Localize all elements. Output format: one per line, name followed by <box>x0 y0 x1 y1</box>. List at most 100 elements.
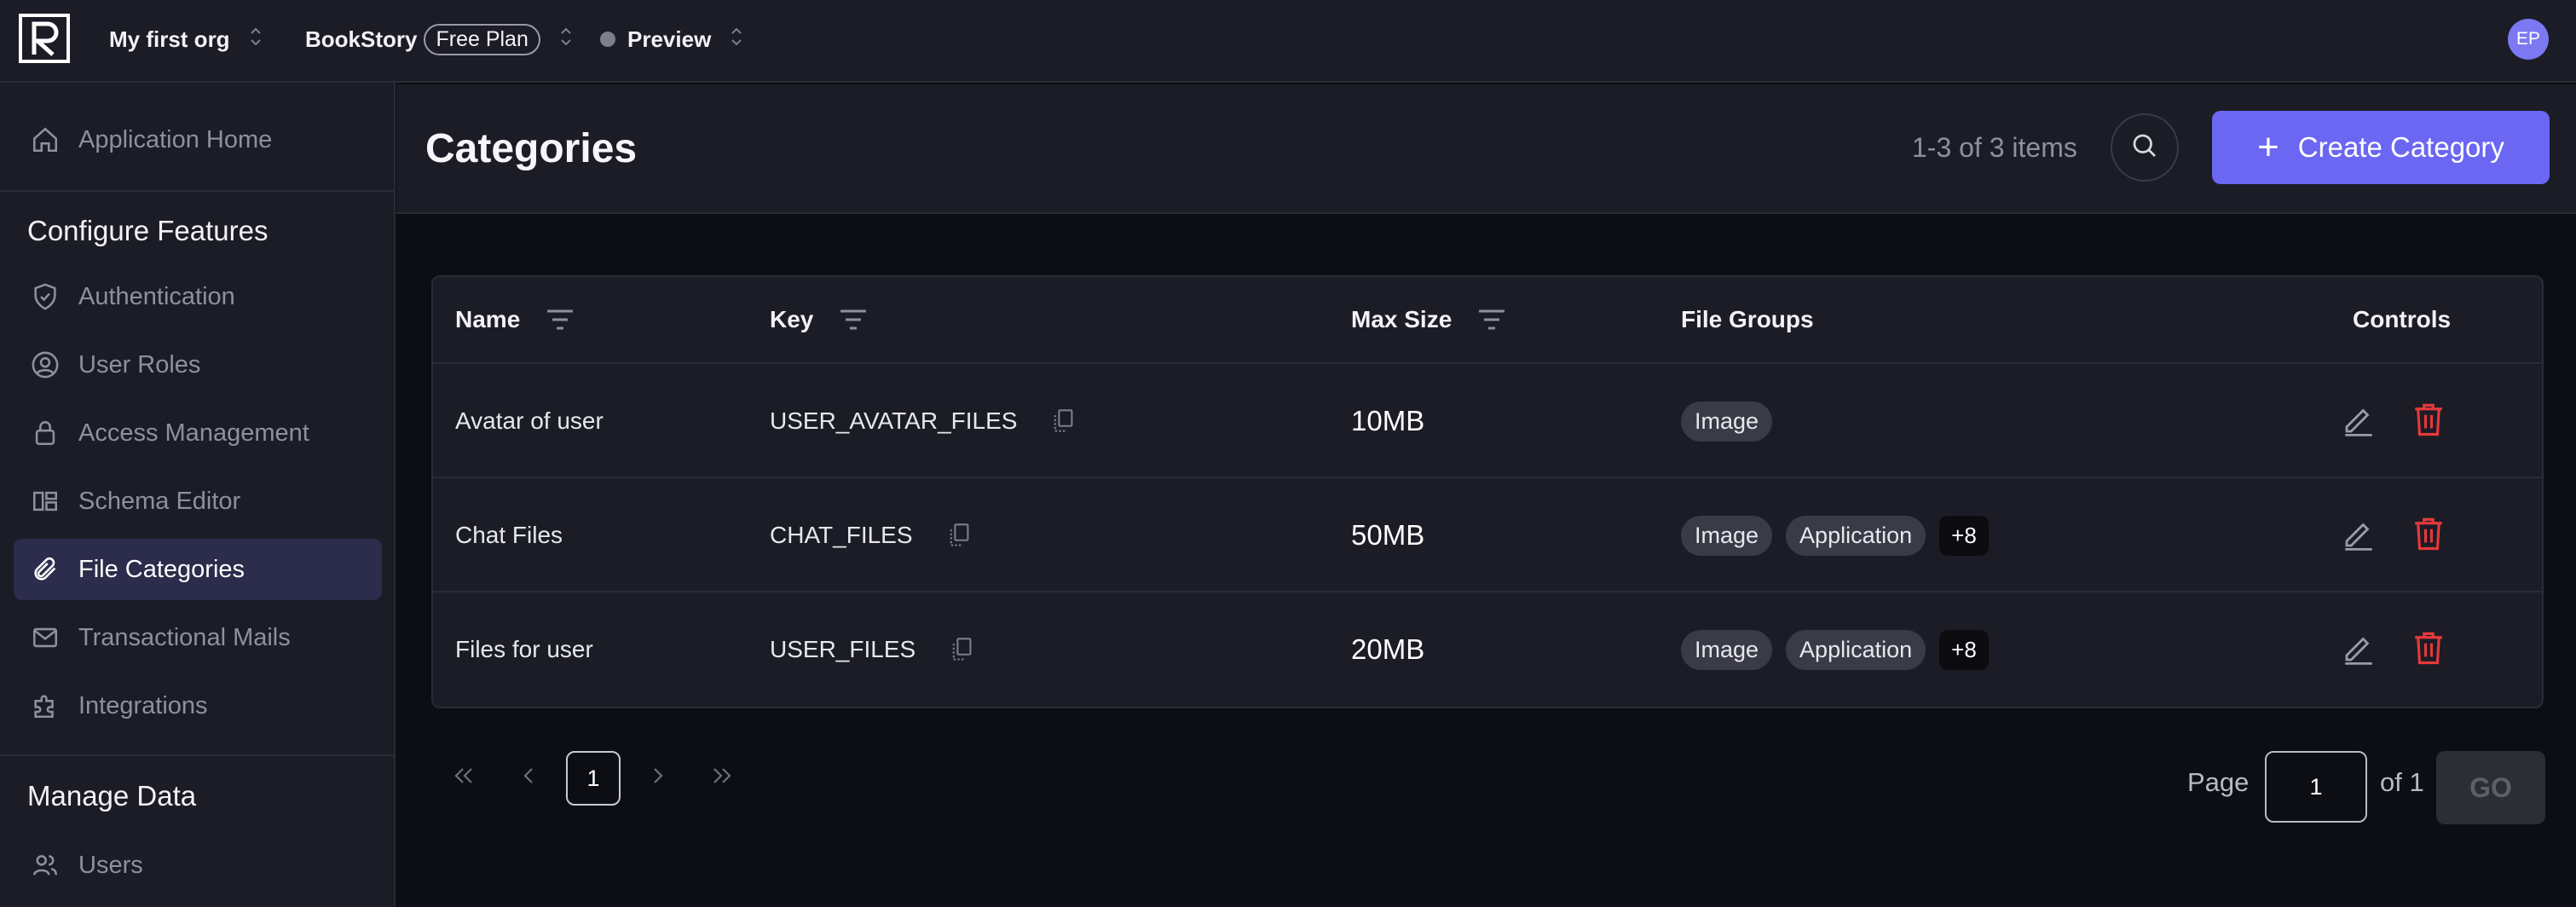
cell-name: Files for user <box>455 636 593 662</box>
project-switcher[interactable]: BookStory Free Plan <box>305 23 573 55</box>
key-value: CHAT_FILES <box>770 522 913 548</box>
column-label: Key <box>770 306 814 332</box>
users-icon <box>29 849 61 881</box>
column-header-controls: Controls <box>2353 306 2451 333</box>
page-total-label: of 1 <box>2380 767 2424 797</box>
environment-name: Preview <box>627 26 712 52</box>
column-label: Max Size <box>1351 306 1453 332</box>
cell-key: USER_FILES <box>770 592 973 707</box>
key-value: USER_AVATAR_FILES <box>770 407 1018 434</box>
chevrons-left-icon <box>451 765 477 790</box>
edit-button[interactable] <box>2339 402 2378 441</box>
more-groups-badge[interactable]: +8 <box>1939 629 1989 670</box>
sidebar-item-label: File Categories <box>78 555 245 583</box>
page-header: Categories 1-3 of 3 items + Create Categ… <box>396 84 2576 214</box>
section-title: Manage Data <box>27 780 197 812</box>
trash-icon <box>2411 402 2446 442</box>
section-title: Configure Features <box>27 215 269 246</box>
search-icon <box>2129 130 2160 165</box>
sidebar-item-label: User Roles <box>78 350 201 378</box>
next-page-button[interactable] <box>641 760 675 794</box>
paperclip-icon <box>29 553 61 586</box>
sidebar-item-application-home[interactable]: Application Home <box>14 109 382 170</box>
sidebar-item-label: Authentication <box>78 282 235 310</box>
last-page-button[interactable] <box>705 760 739 794</box>
edit-button[interactable] <box>2339 516 2378 555</box>
page-title: Categories <box>425 126 638 171</box>
create-category-label: Create Category <box>2297 131 2504 163</box>
org-switcher[interactable]: My first org <box>109 24 263 55</box>
filter-icon[interactable] <box>546 308 575 332</box>
page-label: Page <box>2187 767 2250 797</box>
sidebar-item-access-management[interactable]: Access Management <box>14 402 382 464</box>
sidebar-item-users[interactable]: Users <box>14 835 382 896</box>
chevron-updown-icon <box>249 26 263 54</box>
chevron-right-icon <box>650 765 667 790</box>
pencil-icon <box>2341 402 2377 442</box>
sidebar-item-user-roles[interactable]: User Roles <box>14 334 382 396</box>
sidebar-item-schema-editor[interactable]: Schema Editor <box>14 471 382 532</box>
table-header: Name Key Max Size File Groups Controls <box>433 277 2542 364</box>
shield-check-icon <box>29 280 61 313</box>
file-group-tag: Image <box>1681 401 1773 442</box>
column-header-file-groups: File Groups <box>1681 306 1814 333</box>
divider <box>0 190 394 192</box>
sidebar-item-authentication[interactable]: Authentication <box>14 266 382 327</box>
page-input[interactable] <box>2265 751 2367 823</box>
column-label: File Groups <box>1681 306 1814 332</box>
copy-icon[interactable] <box>947 523 971 548</box>
delete-button[interactable] <box>2409 630 2448 669</box>
cell-name: Avatar of user <box>455 407 604 434</box>
chevron-updown-icon <box>559 26 573 54</box>
create-category-button[interactable]: + Create Category <box>2212 111 2550 184</box>
sidebar-item-label: Integrations <box>78 691 208 719</box>
cell-file-groups: Image Application +8 <box>1681 478 1989 592</box>
environment-switcher[interactable]: Preview <box>600 24 743 55</box>
mail-icon <box>29 621 61 654</box>
top-bar: My first org BookStory Free Plan Preview… <box>0 0 2576 83</box>
filter-icon[interactable] <box>839 308 868 332</box>
column-header-key[interactable]: Key <box>770 306 868 333</box>
sidebar-item-file-categories[interactable]: File Categories <box>14 539 382 600</box>
go-button[interactable]: GO <box>2436 751 2545 824</box>
categories-table: Name Key Max Size File Groups Controls A… <box>431 275 2544 708</box>
user-avatar[interactable]: EP <box>2508 19 2549 60</box>
filter-icon[interactable] <box>1477 308 1506 332</box>
page-number-button[interactable]: 1 <box>566 751 621 806</box>
item-count: 1-3 of 3 items <box>1912 132 2077 163</box>
sidebar-item-integrations[interactable]: Integrations <box>14 675 382 737</box>
cell-key: USER_AVATAR_FILES <box>770 364 1075 478</box>
table-row: Chat Files CHAT_FILES 50MB Image Applica… <box>433 478 2542 592</box>
delete-button[interactable] <box>2409 402 2448 441</box>
column-header-max-size[interactable]: Max Size <box>1351 306 1506 333</box>
home-icon <box>29 124 61 156</box>
delete-button[interactable] <box>2409 516 2448 555</box>
file-group-tag: Image <box>1681 515 1773 556</box>
user-circle-icon <box>29 349 61 381</box>
prev-page-button[interactable] <box>511 760 546 794</box>
key-value: USER_FILES <box>770 636 916 662</box>
edit-button[interactable] <box>2339 630 2378 669</box>
file-group-tag: Application <box>1786 629 1926 670</box>
copy-icon[interactable] <box>950 637 973 662</box>
sidebar-item-transactional-mails[interactable]: Transactional Mails <box>14 607 382 668</box>
column-header-name[interactable]: Name <box>455 306 575 333</box>
copy-icon[interactable] <box>1051 408 1075 434</box>
file-group-tag: Application <box>1786 515 1926 556</box>
app-logo[interactable] <box>19 14 70 63</box>
cell-file-groups: Image Application +8 <box>1681 592 1989 707</box>
trash-icon <box>2411 630 2446 670</box>
pencil-icon <box>2341 630 2377 670</box>
more-groups-badge[interactable]: +8 <box>1939 515 1989 556</box>
schema-icon <box>29 485 61 517</box>
cell-file-groups: Image <box>1681 364 1786 478</box>
search-button[interactable] <box>2111 113 2179 182</box>
first-page-button[interactable] <box>447 760 481 794</box>
table-row: Avatar of user USER_AVATAR_FILES 10MB Im… <box>433 364 2542 478</box>
org-name: My first org <box>109 26 230 52</box>
sidebar-item-label: Application Home <box>78 125 273 153</box>
sidebar-item-label: Schema Editor <box>78 487 241 515</box>
plan-badge: Free Plan <box>424 23 540 55</box>
column-label: Name <box>455 306 521 332</box>
chevrons-right-icon <box>709 765 735 790</box>
